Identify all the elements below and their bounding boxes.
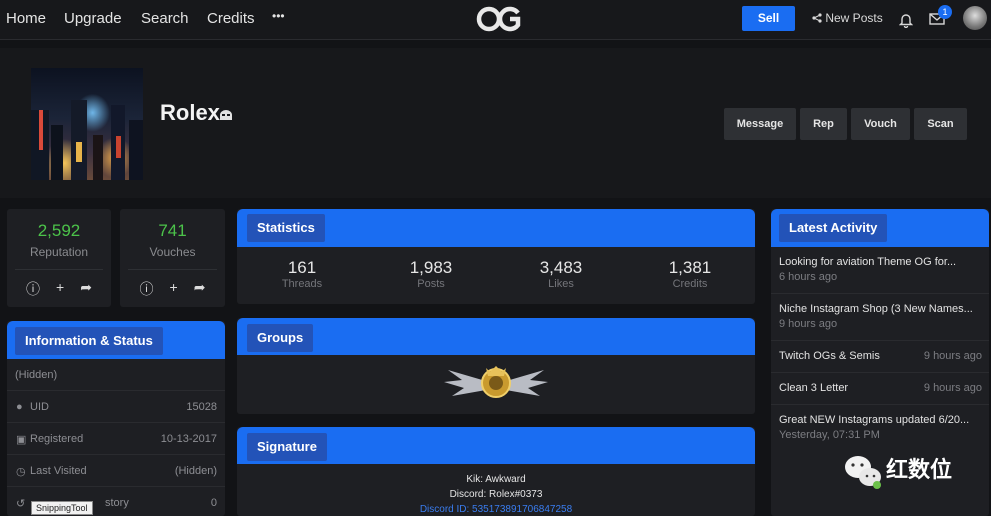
activity-time: 6 hours ago [779, 271, 838, 283]
reputation-value: 2,592 [37, 221, 81, 240]
stat-credits-label: Credits [672, 278, 708, 290]
profile-username: Rolex [160, 100, 220, 125]
info-uid-value: 15028 [186, 401, 217, 413]
stat-posts-label: Posts [417, 278, 445, 290]
stat-credits-value: 1,381 [668, 258, 712, 277]
og-logo[interactable] [476, 5, 522, 33]
nav-credits-link[interactable]: Credits [207, 10, 255, 27]
latest-activity-title: Latest Activity [779, 214, 888, 242]
activity-time: 9 hours ago [923, 350, 982, 362]
activity-title[interactable]: Niche Instagram Shop (3 New Names... [779, 303, 983, 315]
activity-item[interactable]: Twitch OGs & Semis 9 hours ago [771, 341, 989, 373]
calendar-icon: ▣ [16, 434, 27, 446]
stat-likes-value: 3,483 [539, 258, 583, 277]
signature-title: Signature [247, 433, 327, 461]
info-hidden-text: (Hidden) [15, 369, 58, 381]
scan-button[interactable]: Scan [914, 108, 967, 140]
groups-header [237, 318, 755, 355]
vouch-button[interactable]: Vouch [851, 108, 910, 140]
more-menu-button[interactable]: ••• [272, 9, 285, 23]
activity-time: 9 hours ago [779, 318, 838, 330]
notification-badge: 1 [938, 5, 952, 19]
stat-posts: 1,983 Posts [381, 258, 481, 290]
plus-icon[interactable]: + [56, 279, 64, 299]
info-last-visited-label: Last Visited [30, 465, 87, 477]
activity-item[interactable]: Great NEW Instagrams updated 6/20... Yes… [771, 405, 989, 452]
signature-kik: Kik: Awkward [466, 474, 526, 485]
info-status-title: Information & Status [15, 327, 163, 355]
activity-item[interactable]: Looking for aviation Theme OG for... 6 h… [771, 247, 989, 294]
stat-threads-value: 161 [287, 258, 317, 277]
clock-icon: ◷ [16, 466, 26, 478]
rank-icon [220, 110, 232, 120]
message-button[interactable]: Message [724, 108, 796, 140]
info-icon[interactable]: ⓘ [26, 279, 40, 299]
stat-credits: 1,381 Credits [640, 258, 740, 290]
reputation-card: 2,592 Reputation ⓘ + ➦ [7, 209, 111, 307]
stat-posts-value: 1,983 [409, 258, 453, 277]
new-posts-link[interactable]: New Posts [812, 11, 883, 25]
groups-title: Groups [247, 324, 314, 352]
share-icon [812, 13, 822, 23]
watermark-text: 红数位 [886, 457, 953, 482]
signature-discord-id-link[interactable]: Discord ID: 535173891706847258 [237, 504, 755, 515]
info-registered-value: 10-13-2017 [160, 433, 217, 445]
info-row-hidden: (Hidden) [7, 359, 225, 391]
info-row-registered: ▣ Registered 10-13-2017 [7, 423, 225, 455]
signature-discord: Discord: Rolex#0373 [449, 489, 543, 500]
nav-search-link[interactable]: Search [141, 10, 189, 27]
info-history-value: 0 [210, 497, 217, 509]
nav-home-link[interactable]: Home [6, 10, 46, 27]
activity-title[interactable]: Clean 3 Letter [779, 382, 848, 394]
group-emblem-icon [444, 366, 548, 398]
history-icon: ↺ [16, 498, 26, 510]
plus-icon[interactable]: + [170, 279, 178, 299]
nav-upgrade-link[interactable]: Upgrade [64, 10, 122, 27]
activity-item[interactable]: Clean 3 Letter 9 hours ago [771, 373, 989, 405]
snipping-tool-tooltip: SnippingTool [31, 501, 93, 515]
sell-button[interactable]: Sell [742, 6, 795, 31]
info-row-uid: ● UID 15028 [7, 391, 225, 423]
activity-time: Yesterday, 07:31 PM [779, 429, 880, 441]
info-row-last-visited: ◷ Last Visited (Hidden) [7, 455, 225, 487]
info-last-visited-value: (Hidden) [174, 465, 217, 477]
activity-title[interactable]: Twitch OGs & Semis [779, 350, 880, 362]
activity-title[interactable]: Great NEW Instagrams updated 6/20... [779, 414, 983, 426]
activity-time: 9 hours ago [923, 382, 982, 394]
profile-picture [31, 68, 143, 180]
statistics-title: Statistics [247, 214, 325, 242]
activity-title[interactable]: Looking for aviation Theme OG for... [779, 256, 979, 268]
wechat-icon [845, 456, 881, 489]
stat-likes: 3,483 Likes [511, 258, 611, 290]
bell-icon[interactable] [899, 12, 913, 28]
user-icon: ● [16, 401, 23, 413]
user-avatar[interactable] [963, 6, 987, 30]
info-history-label: story [105, 497, 129, 509]
activity-item[interactable]: Niche Instagram Shop (3 New Names... 9 h… [771, 294, 989, 341]
info-uid-label: UID [30, 401, 49, 413]
stat-threads-label: Threads [281, 278, 323, 290]
new-posts-label: New Posts [825, 11, 883, 25]
stat-likes-label: Likes [548, 278, 574, 290]
vouches-label: Vouches [149, 245, 196, 259]
reputation-label: Reputation [29, 245, 89, 259]
info-registered-label: Registered [30, 433, 84, 445]
vouches-card: 741 Vouches ⓘ + ➦ [120, 209, 225, 307]
stat-threads: 161 Threads [252, 258, 352, 290]
rep-button[interactable]: Rep [800, 108, 847, 140]
vouches-value: 741 [158, 221, 187, 240]
share-arrow-icon[interactable]: ➦ [194, 279, 206, 299]
info-icon[interactable]: ⓘ [140, 279, 154, 299]
share-arrow-icon[interactable]: ➦ [80, 279, 92, 299]
